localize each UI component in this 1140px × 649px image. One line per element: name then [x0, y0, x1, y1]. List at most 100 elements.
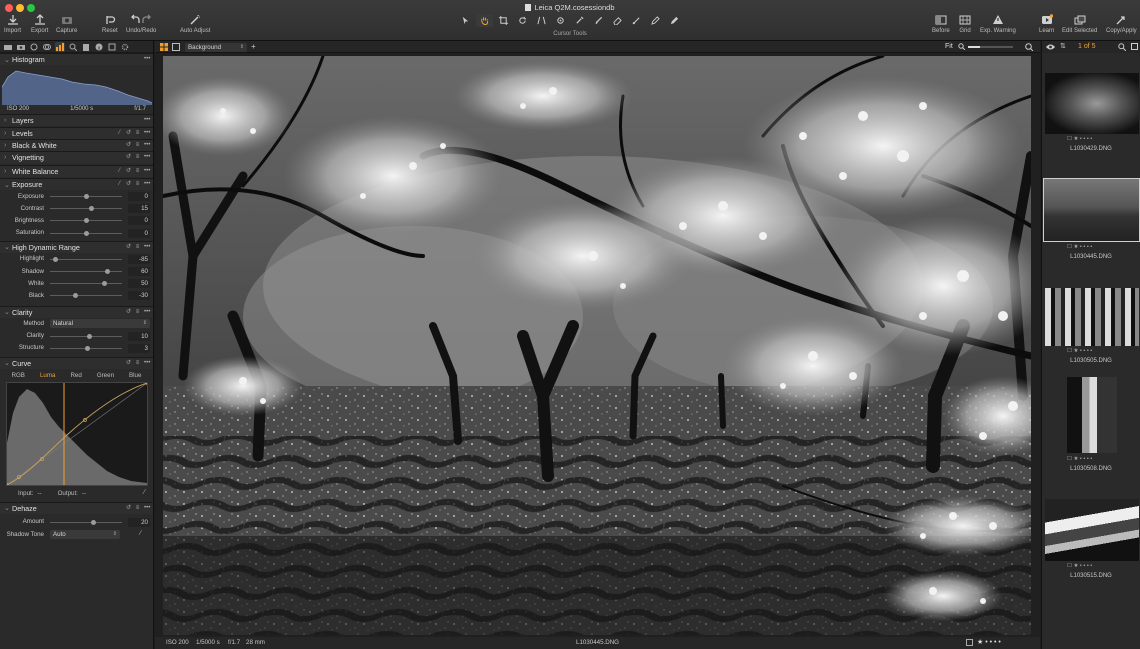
menu-icon[interactable]: ≡: [135, 244, 140, 251]
color-picker-tool[interactable]: [571, 14, 588, 27]
slider-knob[interactable]: [101, 281, 107, 287]
more-icon[interactable]: •••: [144, 168, 150, 175]
slider-value-field[interactable]: 3: [128, 343, 150, 353]
metadata-tab[interactable]: [94, 42, 104, 52]
menu-icon[interactable]: ≡: [135, 505, 140, 512]
eye-icon[interactable]: [1046, 43, 1055, 51]
slider-value-field[interactable]: -85: [128, 254, 150, 264]
curve-tab-green[interactable]: Green: [97, 372, 114, 379]
spot-removal-tool[interactable]: [552, 14, 569, 27]
clarity-slider-structure[interactable]: Structure 3: [0, 342, 153, 354]
curve-tab-blue[interactable]: Blue: [129, 372, 141, 379]
slider-track[interactable]: [50, 208, 122, 210]
reset-icon[interactable]: ↺: [126, 168, 131, 175]
output-tab[interactable]: [107, 42, 117, 52]
add-layer-icon[interactable]: +: [251, 42, 256, 51]
more-icon[interactable]: •••: [144, 505, 150, 512]
white-balance-header[interactable]: › White Balance ⁄ ↺ ≡ •••: [0, 165, 153, 177]
slider-value-field[interactable]: 15: [128, 204, 150, 214]
hdr-header[interactable]: ⌄ High Dynamic Range ↺ ≡ •••: [0, 240, 153, 253]
reset-button[interactable]: Reset: [102, 14, 118, 34]
eyedropper-icon[interactable]: ⁄: [140, 530, 141, 537]
exposure-slider-saturation[interactable]: Saturation 0: [0, 227, 153, 239]
reset-icon[interactable]: ↺: [126, 505, 131, 512]
color-tag-checkbox[interactable]: [966, 639, 973, 646]
slider-track[interactable]: [50, 521, 122, 523]
exposure-warning-button[interactable]: Exp. Warning: [980, 14, 1016, 34]
eyedropper-icon[interactable]: ⁄: [117, 130, 122, 137]
keystone-tool[interactable]: [533, 14, 550, 27]
slider-knob[interactable]: [90, 519, 96, 525]
exposure-header[interactable]: ⌄ Exposure ⁄ ↺ ≡ •••: [0, 178, 153, 190]
reset-icon[interactable]: ↺: [126, 181, 131, 188]
clarity-header[interactable]: ⌄ Clarity ↺ ≡ •••: [0, 305, 153, 318]
eyedropper-icon[interactable]: ⁄: [117, 168, 122, 175]
menu-icon[interactable]: ≡: [135, 154, 140, 161]
zoom-in-icon[interactable]: [1025, 43, 1034, 52]
curve-header[interactable]: ⌄ Curve ↺ ≡ •••: [0, 356, 153, 369]
zoom-label[interactable]: Fit: [945, 43, 953, 50]
layer-select[interactable]: Background ⇕: [185, 42, 247, 52]
hdr-slider-highlight[interactable]: Highlight -85: [0, 253, 153, 265]
eraser-tool[interactable]: [609, 14, 626, 27]
more-icon[interactable]: •••: [144, 360, 150, 367]
curve-tab-luma[interactable]: Luma: [40, 372, 55, 379]
pencil-tool[interactable]: [666, 14, 683, 27]
gradient-mask-tool[interactable]: [628, 14, 645, 27]
more-icon[interactable]: •••: [144, 130, 150, 137]
more-icon[interactable]: •••: [144, 181, 150, 188]
color-tab[interactable]: [42, 42, 52, 52]
slider-knob[interactable]: [72, 293, 78, 299]
details-tab[interactable]: [68, 42, 78, 52]
hdr-slider-shadow[interactable]: Shadow 60: [0, 265, 153, 277]
slider-value-field[interactable]: 0: [128, 192, 150, 201]
star-rating[interactable]: ☐ ★ • • • •: [1067, 348, 1127, 354]
reset-icon[interactable]: ↺: [126, 360, 131, 367]
star-rating[interactable]: ☐ ★ • • • •: [1067, 456, 1127, 462]
eyedropper-icon[interactable]: ⁄: [144, 489, 145, 496]
reset-icon[interactable]: ↺: [126, 309, 131, 316]
hdr-slider-white[interactable]: White 50: [0, 277, 153, 289]
slider-track[interactable]: [50, 335, 122, 337]
auto-adjust-button[interactable]: Auto Adjust: [180, 14, 210, 34]
curve-editor[interactable]: [5, 381, 149, 487]
main-photo[interactable]: [163, 56, 1031, 635]
import-button[interactable]: Import: [4, 14, 21, 34]
pan-tool[interactable]: [476, 14, 493, 27]
slider-track[interactable]: [50, 258, 122, 260]
slider-value-field[interactable]: 10: [128, 331, 150, 341]
sort-icon[interactable]: ⇅: [1060, 42, 1066, 50]
menu-icon[interactable]: ≡: [135, 360, 140, 367]
dehaze-header[interactable]: ⌄ Dehaze ↺ ≡ •••: [0, 501, 153, 514]
exposure-slider-brightness[interactable]: Brightness 0: [0, 214, 153, 226]
black-white-header[interactable]: › Black & White ↺ ≡ •••: [0, 139, 153, 151]
menu-icon[interactable]: ≡: [135, 309, 140, 316]
vignetting-header[interactable]: › Vignetting ↺ ≡ •••: [0, 151, 153, 163]
exposure-tab[interactable]: [55, 41, 65, 52]
slider-knob[interactable]: [52, 256, 58, 262]
search-icon[interactable]: [1118, 43, 1127, 52]
more-icon[interactable]: •••: [144, 244, 150, 251]
capture-tab[interactable]: [16, 42, 26, 52]
copy-apply-button[interactable]: Copy/Apply: [1106, 14, 1137, 34]
layers-header[interactable]: › Layers •••: [0, 114, 153, 126]
menu-icon[interactable]: ≡: [135, 142, 140, 149]
slider-knob[interactable]: [83, 230, 89, 236]
more-icon[interactable]: •••: [144, 56, 150, 63]
slider-value-field[interactable]: -30: [128, 291, 150, 301]
multi-view-icon[interactable]: [160, 43, 168, 51]
grid-button[interactable]: Grid: [959, 14, 971, 34]
slider-knob[interactable]: [105, 268, 111, 274]
brush-tool[interactable]: [590, 14, 607, 27]
settings-tab[interactable]: [120, 42, 130, 52]
undo-redo-button[interactable]: Undo/Redo: [126, 14, 156, 34]
slider-track[interactable]: [50, 295, 122, 297]
histogram-header[interactable]: ⌄ Histogram •••: [0, 53, 153, 65]
export-button[interactable]: Export: [31, 14, 48, 34]
clarity-slider-clarity[interactable]: Clarity 10: [0, 330, 153, 342]
curve-tab-rgb[interactable]: RGB: [12, 372, 25, 379]
curve-tab-red[interactable]: Red: [70, 372, 81, 379]
edit-selected-button[interactable]: Edit Selected: [1062, 14, 1097, 34]
menu-icon[interactable]: ≡: [135, 168, 140, 175]
menu-icon[interactable]: ≡: [135, 181, 140, 188]
